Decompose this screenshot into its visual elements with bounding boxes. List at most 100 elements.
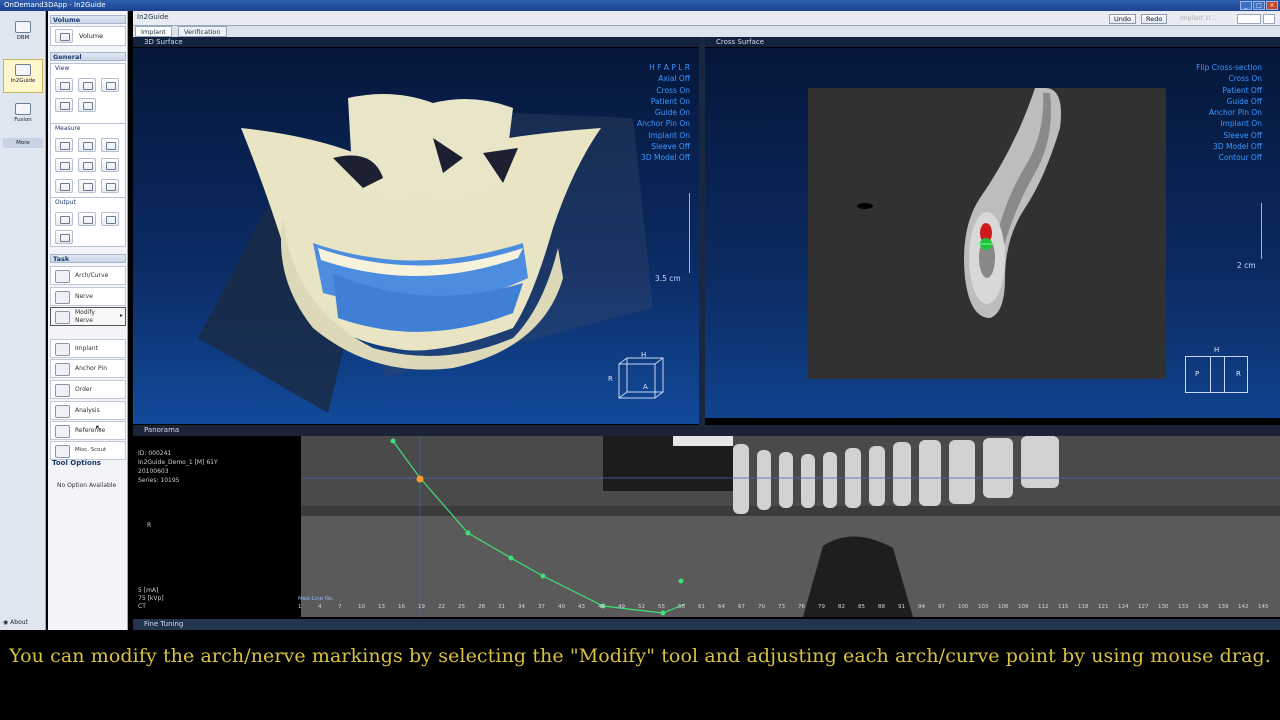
cross-3dmodel-toggle[interactable]: 3D Model Off	[1196, 141, 1262, 152]
view3d-implant-toggle[interactable]: Implant On	[637, 130, 690, 141]
more-button[interactable]: More	[3, 138, 43, 148]
task-misc-scout[interactable]: Misc. Scout	[50, 441, 126, 460]
panorama-tick-label: 124	[1118, 604, 1129, 610]
implant-selector[interactable]: Implant 1(...	[1180, 14, 1226, 24]
delete-icon[interactable]	[101, 179, 119, 193]
panorama-tick-label: 64	[718, 604, 725, 610]
angle-icon[interactable]	[101, 138, 119, 152]
view3d-viewport[interactable]: H F A P L R Axial Off Cross On Patient O…	[133, 48, 699, 424]
panorama-tick-label: 112	[1038, 604, 1049, 610]
arrow-icon[interactable]	[55, 179, 73, 193]
volume-group: Volume	[50, 26, 126, 46]
print-icon[interactable]	[55, 230, 73, 244]
cross-contour-toggle[interactable]: Contour Off	[1196, 152, 1262, 163]
ruler-icon[interactable]	[55, 138, 73, 152]
mode-dbm[interactable]: DBM	[3, 17, 43, 51]
cross-header: Cross Surface	[705, 37, 1280, 47]
undo-button[interactable]: Undo	[1109, 14, 1136, 24]
volume-button[interactable]: Volume	[79, 32, 103, 40]
tab-implant[interactable]: Implant	[135, 26, 172, 37]
roi-icon[interactable]	[78, 158, 96, 172]
panorama-viewport[interactable]: ID: 000241 In2Guide_Demo_1 [M] 61Y 20100…	[133, 436, 1280, 617]
panorama-tick-label: 103	[978, 604, 989, 610]
view3d-anchor-pin-toggle[interactable]: Anchor Pin On	[637, 118, 690, 129]
layout-icon[interactable]	[78, 212, 96, 226]
volume-icon	[55, 29, 73, 43]
save-icon[interactable]	[101, 212, 119, 226]
panorama-tick-label: 91	[898, 604, 905, 610]
cross-flip-toggle[interactable]: Flip Cross-section	[1196, 62, 1262, 73]
panorama-tick-label: 55	[658, 604, 665, 610]
cross-guide-toggle[interactable]: Guide Off	[1196, 96, 1262, 107]
implant-guide-icon	[15, 64, 31, 76]
panorama-tick-label: 100	[958, 604, 969, 610]
view3d-cross-toggle[interactable]: Cross On	[637, 85, 690, 96]
text-note-icon[interactable]	[101, 158, 119, 172]
panorama-tick-label: 4	[318, 604, 322, 610]
fusion-icon	[15, 103, 31, 115]
rotate-icon[interactable]	[101, 78, 119, 92]
task-analysis[interactable]: Analysis	[50, 401, 126, 420]
fine-tuning-header[interactable]: Fine Tuning	[133, 619, 1280, 630]
workspace-bar: In2Guide Undo Redo Implant 1(...	[133, 11, 1280, 26]
panorama-tick-label: 16	[398, 604, 405, 610]
pan-icon[interactable]	[55, 78, 73, 92]
task-implant[interactable]: Implant	[50, 339, 126, 358]
minimize-button[interactable]: _	[1240, 1, 1252, 10]
selector-box[interactable]	[1237, 14, 1261, 24]
cross-cross-toggle[interactable]: Cross On	[1196, 73, 1262, 84]
task-nerve[interactable]: Nerve	[50, 287, 126, 306]
selector-dropdown[interactable]	[1263, 14, 1275, 24]
panorama-tick-label: 67	[738, 604, 745, 610]
task-reference[interactable]: Reference	[50, 421, 126, 440]
output-label: Output	[55, 199, 76, 206]
caption-text: You can modify the arch/nerve markings b…	[9, 645, 1271, 667]
task-modify[interactable]: Modify Nerve ▸	[50, 307, 126, 326]
profile-icon[interactable]	[55, 158, 73, 172]
panorama-header: Panorama	[133, 425, 1280, 436]
cross-patient-toggle[interactable]: Patient Off	[1196, 85, 1262, 96]
view3d-axial-toggle[interactable]: Axial Off	[637, 73, 690, 84]
area-icon[interactable]	[78, 138, 96, 152]
volume-section-header[interactable]: Volume	[50, 15, 126, 24]
view3d-3dmodel-toggle[interactable]: 3D Model Off	[637, 152, 690, 163]
cross-sleeve-toggle[interactable]: Sleeve Off	[1196, 130, 1262, 141]
panorama-tick-label: 40	[558, 604, 565, 610]
task-arch-curve[interactable]: Arch/Curve	[50, 266, 126, 285]
view3d-guide-toggle[interactable]: Guide On	[637, 107, 690, 118]
cross-anchor-pin-toggle[interactable]: Anchor Pin On	[1196, 107, 1262, 118]
pencil-icon[interactable]	[78, 179, 96, 193]
mode-fusion[interactable]: Fusion	[3, 99, 43, 133]
panorama-tick-label: 70	[758, 604, 765, 610]
maximize-button[interactable]: □	[1253, 1, 1265, 10]
tab-verification[interactable]: Verification	[178, 26, 227, 37]
view3d-sleeve-toggle[interactable]: Sleeve Off	[637, 141, 690, 152]
panorama-tick-label: 121	[1098, 604, 1109, 610]
panorama-tick-label: 19	[418, 604, 425, 610]
task-anchor-pin[interactable]: Anchor Pin	[50, 359, 126, 378]
view3d-orient-labels[interactable]: H F A P L R	[637, 62, 690, 73]
view3d-patient-toggle[interactable]: Patient On	[637, 96, 690, 107]
close-button[interactable]: ×	[1266, 1, 1278, 10]
panorama-tick-label: 109	[1018, 604, 1029, 610]
video-caption: You can modify the arch/nerve markings b…	[0, 630, 1280, 720]
cross-viewport[interactable]: Flip Cross-section Cross On Patient Off …	[705, 48, 1280, 418]
cross-orient-box: H P R	[1185, 346, 1248, 393]
submenu-arrow-icon: ▸	[119, 312, 123, 319]
orientation-cube-icon[interactable]: H R A	[608, 351, 669, 405]
task-section-header[interactable]: Task	[50, 254, 126, 263]
zoom-icon[interactable]	[78, 78, 96, 92]
window-level-icon[interactable]	[55, 98, 73, 112]
auto-icon[interactable]	[78, 98, 96, 112]
capture-icon[interactable]	[55, 212, 73, 226]
view3d-scale-label: 3.5 cm	[655, 274, 681, 283]
cross-overlay-menu: Flip Cross-section Cross On Patient Off …	[1196, 62, 1262, 164]
view-label: View	[55, 65, 70, 72]
cross-implant-toggle[interactable]: Implant On	[1196, 118, 1262, 129]
task-order[interactable]: Order	[50, 380, 126, 399]
about-button[interactable]: ◉ About	[3, 619, 28, 626]
mode-in2guide[interactable]: In2Guide	[3, 59, 43, 93]
panorama-tick-label: 49	[618, 604, 625, 610]
general-section-header[interactable]: General	[50, 52, 126, 61]
redo-button[interactable]: Redo	[1141, 14, 1168, 24]
